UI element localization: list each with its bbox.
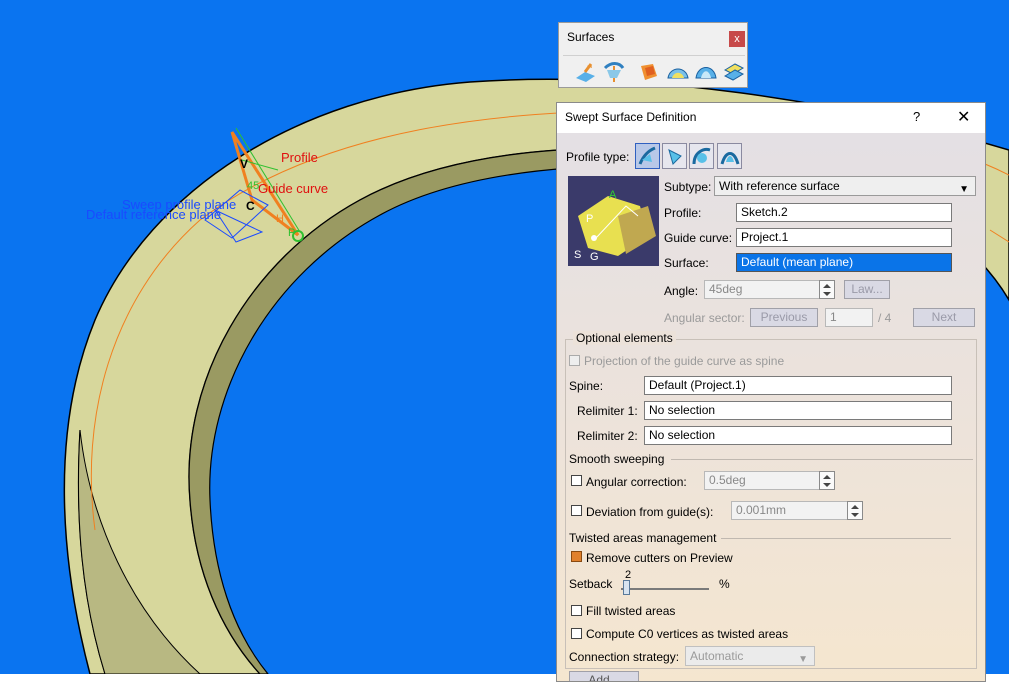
twisted-divider: [721, 538, 951, 539]
close-icon[interactable]: ✕: [957, 107, 970, 127]
preview-diagram: A P S G: [574, 189, 656, 263]
chevron-down-icon: ▼: [959, 184, 969, 195]
toolbar-title: Surfaces: [567, 30, 615, 44]
surfaces-toolbar: Surfaces x: [558, 22, 748, 88]
angular-correction-field[interactable]: 0.5deg: [704, 471, 820, 490]
angular-sector-field[interactable]: 1: [825, 308, 873, 327]
profile-label: Profile:: [664, 206, 702, 220]
label-p: P: [288, 227, 295, 239]
line-profile-icon[interactable]: [662, 143, 687, 169]
fill-twisted-checkbox[interactable]: [571, 605, 582, 616]
remove-cutters-checkbox[interactable]: [571, 551, 582, 562]
connection-strategy-select[interactable]: Automatic ▼: [685, 646, 815, 666]
smooth-divider: [671, 459, 973, 460]
preview-label-a: A: [609, 189, 617, 201]
projection-checkbox[interactable]: [569, 355, 580, 366]
surface-field[interactable]: Default (mean plane): [736, 253, 952, 272]
subtype-value: With reference surface: [719, 179, 840, 193]
spine-field[interactable]: Default (Project.1): [644, 376, 952, 395]
fill-twisted-label: Fill twisted areas: [586, 604, 676, 618]
optional-elements-title: Optional elements: [573, 331, 676, 345]
preview-label-s: S: [574, 249, 581, 261]
label-c: C: [246, 199, 255, 213]
label-default-reference-plane: Default reference plane: [86, 207, 221, 222]
cylinder-icon[interactable]: [665, 60, 691, 84]
next-button[interactable]: Next: [913, 308, 975, 327]
label-v: V: [240, 157, 248, 171]
preview-label-g: G: [590, 251, 599, 263]
relimiter2-field[interactable]: No selection: [644, 426, 952, 445]
circle-profile-icon[interactable]: [689, 143, 714, 169]
guide-curve-field[interactable]: Project.1: [736, 228, 952, 247]
angle-field[interactable]: 45deg: [704, 280, 820, 299]
deviation-spinner[interactable]: [847, 501, 863, 520]
compute-c0-checkbox[interactable]: [571, 628, 582, 639]
angular-correction-label: Angular correction:: [586, 475, 687, 489]
surface-label: Surface:: [664, 256, 709, 270]
label-h: H: [276, 213, 284, 225]
explicit-profile-icon[interactable]: [635, 143, 660, 169]
compute-c0-label: Compute C0 vertices as twisted areas: [586, 627, 789, 641]
smooth-sweeping-title: Smooth sweeping: [569, 452, 665, 466]
subtype-label: Subtype:: [664, 180, 712, 194]
projection-label: Projection of the guide curve as spine: [584, 354, 785, 368]
law-button[interactable]: Law...: [844, 280, 890, 299]
revolve-icon[interactable]: [601, 60, 627, 84]
previous-button[interactable]: Previous: [750, 308, 818, 327]
setback-slider-track[interactable]: [621, 588, 709, 590]
chevron-down-icon: ▼: [798, 654, 808, 665]
add-button[interactable]: Add...: [569, 671, 639, 681]
profile-type-label: Profile type:: [566, 150, 630, 164]
preview-label-p: P: [586, 213, 593, 225]
label-profile: Profile: [281, 150, 318, 165]
angular-correction-checkbox[interactable]: [571, 475, 582, 486]
angle-label: Angle:: [664, 284, 699, 298]
deviation-checkbox[interactable]: [571, 505, 582, 516]
swept-surface-dialog: Swept Surface Definition ? ✕ Profile typ…: [556, 102, 986, 682]
deviation-label: Deviation from guide(s):: [586, 505, 714, 519]
setback-label: Setback: [569, 577, 613, 591]
setback-unit: %: [719, 577, 730, 591]
angle-spinner[interactable]: [819, 280, 835, 299]
angular-correction-spinner[interactable]: [819, 471, 835, 490]
subtype-select[interactable]: With reference surface ▼: [714, 176, 976, 196]
spine-label: Spine:: [569, 379, 604, 393]
guide-curve-label: Guide curve:: [664, 231, 733, 245]
toolbar-icon-row: [563, 55, 745, 86]
angular-sector-total: / 4: [878, 311, 892, 325]
label-angle: 45: [247, 180, 259, 192]
remove-cutters-label: Remove cutters on Preview: [586, 551, 733, 565]
sphere-icon[interactable]: [635, 60, 661, 84]
conic-profile-icon[interactable]: [717, 143, 742, 169]
toolbar-close-button[interactable]: x: [729, 31, 745, 47]
relimiter2-label: Relimiter 2:: [577, 429, 638, 443]
help-button[interactable]: ?: [913, 109, 920, 124]
extrude-icon[interactable]: [573, 60, 599, 84]
dialog-body: Profile type: A P S G Subtype: With refe…: [557, 133, 985, 681]
fill-icon[interactable]: [721, 60, 747, 84]
relimiter1-label: Relimiter 1:: [577, 404, 638, 418]
setback-slider-thumb[interactable]: [622, 580, 630, 595]
connection-strategy-label: Connection strategy:: [569, 650, 680, 664]
twisted-areas-title: Twisted areas management: [569, 531, 717, 545]
profile-field[interactable]: Sketch.2: [736, 203, 952, 222]
angular-sector-label: Angular sector:: [664, 311, 745, 325]
connection-strategy-value: Automatic: [690, 649, 744, 663]
preview-image: A P S G: [568, 176, 659, 266]
deviation-field[interactable]: 0.001mm: [731, 501, 848, 520]
sweep-icon[interactable]: [693, 60, 719, 84]
relimiter1-field[interactable]: No selection: [644, 401, 952, 420]
label-guide-curve: Guide curve: [258, 181, 328, 196]
dialog-title: Swept Surface Definition: [565, 110, 697, 124]
